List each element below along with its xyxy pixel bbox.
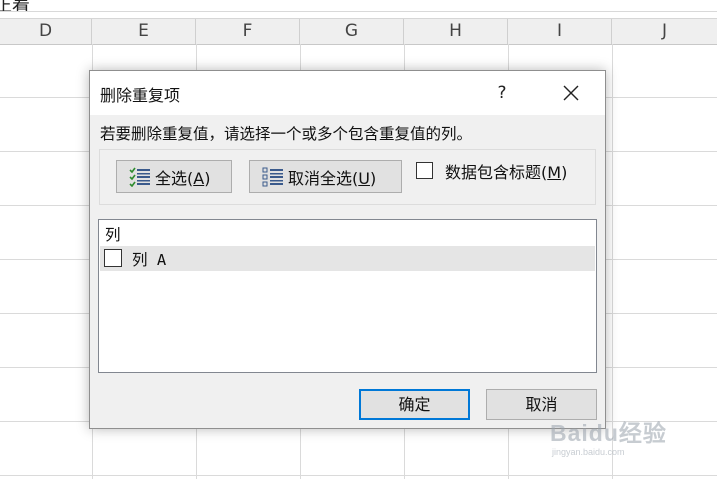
dialog-title: 删除重复项 bbox=[100, 86, 181, 105]
close-button[interactable] bbox=[556, 79, 586, 107]
column-header-g[interactable]: G bbox=[300, 19, 404, 44]
has-headers-label[interactable]: 数据包含标题(M) bbox=[445, 159, 567, 183]
column-header-j[interactable]: J bbox=[612, 19, 717, 44]
column-header-f[interactable]: F bbox=[196, 19, 300, 44]
watermark-main-text: Baidu经验 bbox=[550, 420, 667, 446]
grid-line bbox=[0, 475, 717, 476]
column-header-i[interactable]: I bbox=[508, 19, 612, 44]
column-header-h[interactable]: H bbox=[404, 19, 508, 44]
select-all-list-icon bbox=[129, 167, 151, 187]
column-header-d[interactable]: D bbox=[0, 19, 92, 44]
select-all-label: 全选(A) bbox=[155, 168, 211, 188]
columns-listbox[interactable]: 列 列 A bbox=[98, 219, 597, 373]
deselect-all-button[interactable]: 取消全选(U) bbox=[249, 160, 402, 193]
deselect-all-label: 取消全选(U) bbox=[288, 168, 377, 188]
instruction-text: 若要删除重复值，请选择一个或多个包含重复值的列。 bbox=[100, 125, 473, 143]
list-item[interactable]: 列 A bbox=[100, 246, 595, 271]
formula-bar-fragment: 正着 bbox=[0, 0, 717, 12]
help-button[interactable]: ? bbox=[488, 80, 516, 106]
column-a-checkbox[interactable] bbox=[104, 249, 122, 267]
baidu-watermark: Baidu经验 jingyan.baidu.com bbox=[546, 404, 696, 464]
has-headers-checkbox[interactable] bbox=[416, 162, 433, 179]
column-header-e[interactable]: E bbox=[92, 19, 196, 44]
watermark-sub-text: jingyan.baidu.com bbox=[552, 447, 625, 457]
ok-button[interactable]: 确定 bbox=[359, 389, 470, 420]
remove-duplicates-dialog: 删除重复项 ? 若要删除重复值，请选择一个或多个包含重复值的列。 全选(A) 取… bbox=[89, 70, 606, 429]
deselect-all-list-icon bbox=[262, 167, 284, 187]
column-header-row: D E F G H I J bbox=[0, 18, 717, 45]
formula-text-fragment: 正着 bbox=[0, 0, 30, 12]
columns-list-header: 列 bbox=[105, 226, 121, 244]
select-all-button[interactable]: 全选(A) bbox=[116, 160, 232, 193]
close-icon bbox=[563, 85, 579, 101]
dialog-titlebar[interactable]: 删除重复项 ? bbox=[90, 71, 605, 115]
column-a-label: 列 A bbox=[132, 251, 167, 269]
